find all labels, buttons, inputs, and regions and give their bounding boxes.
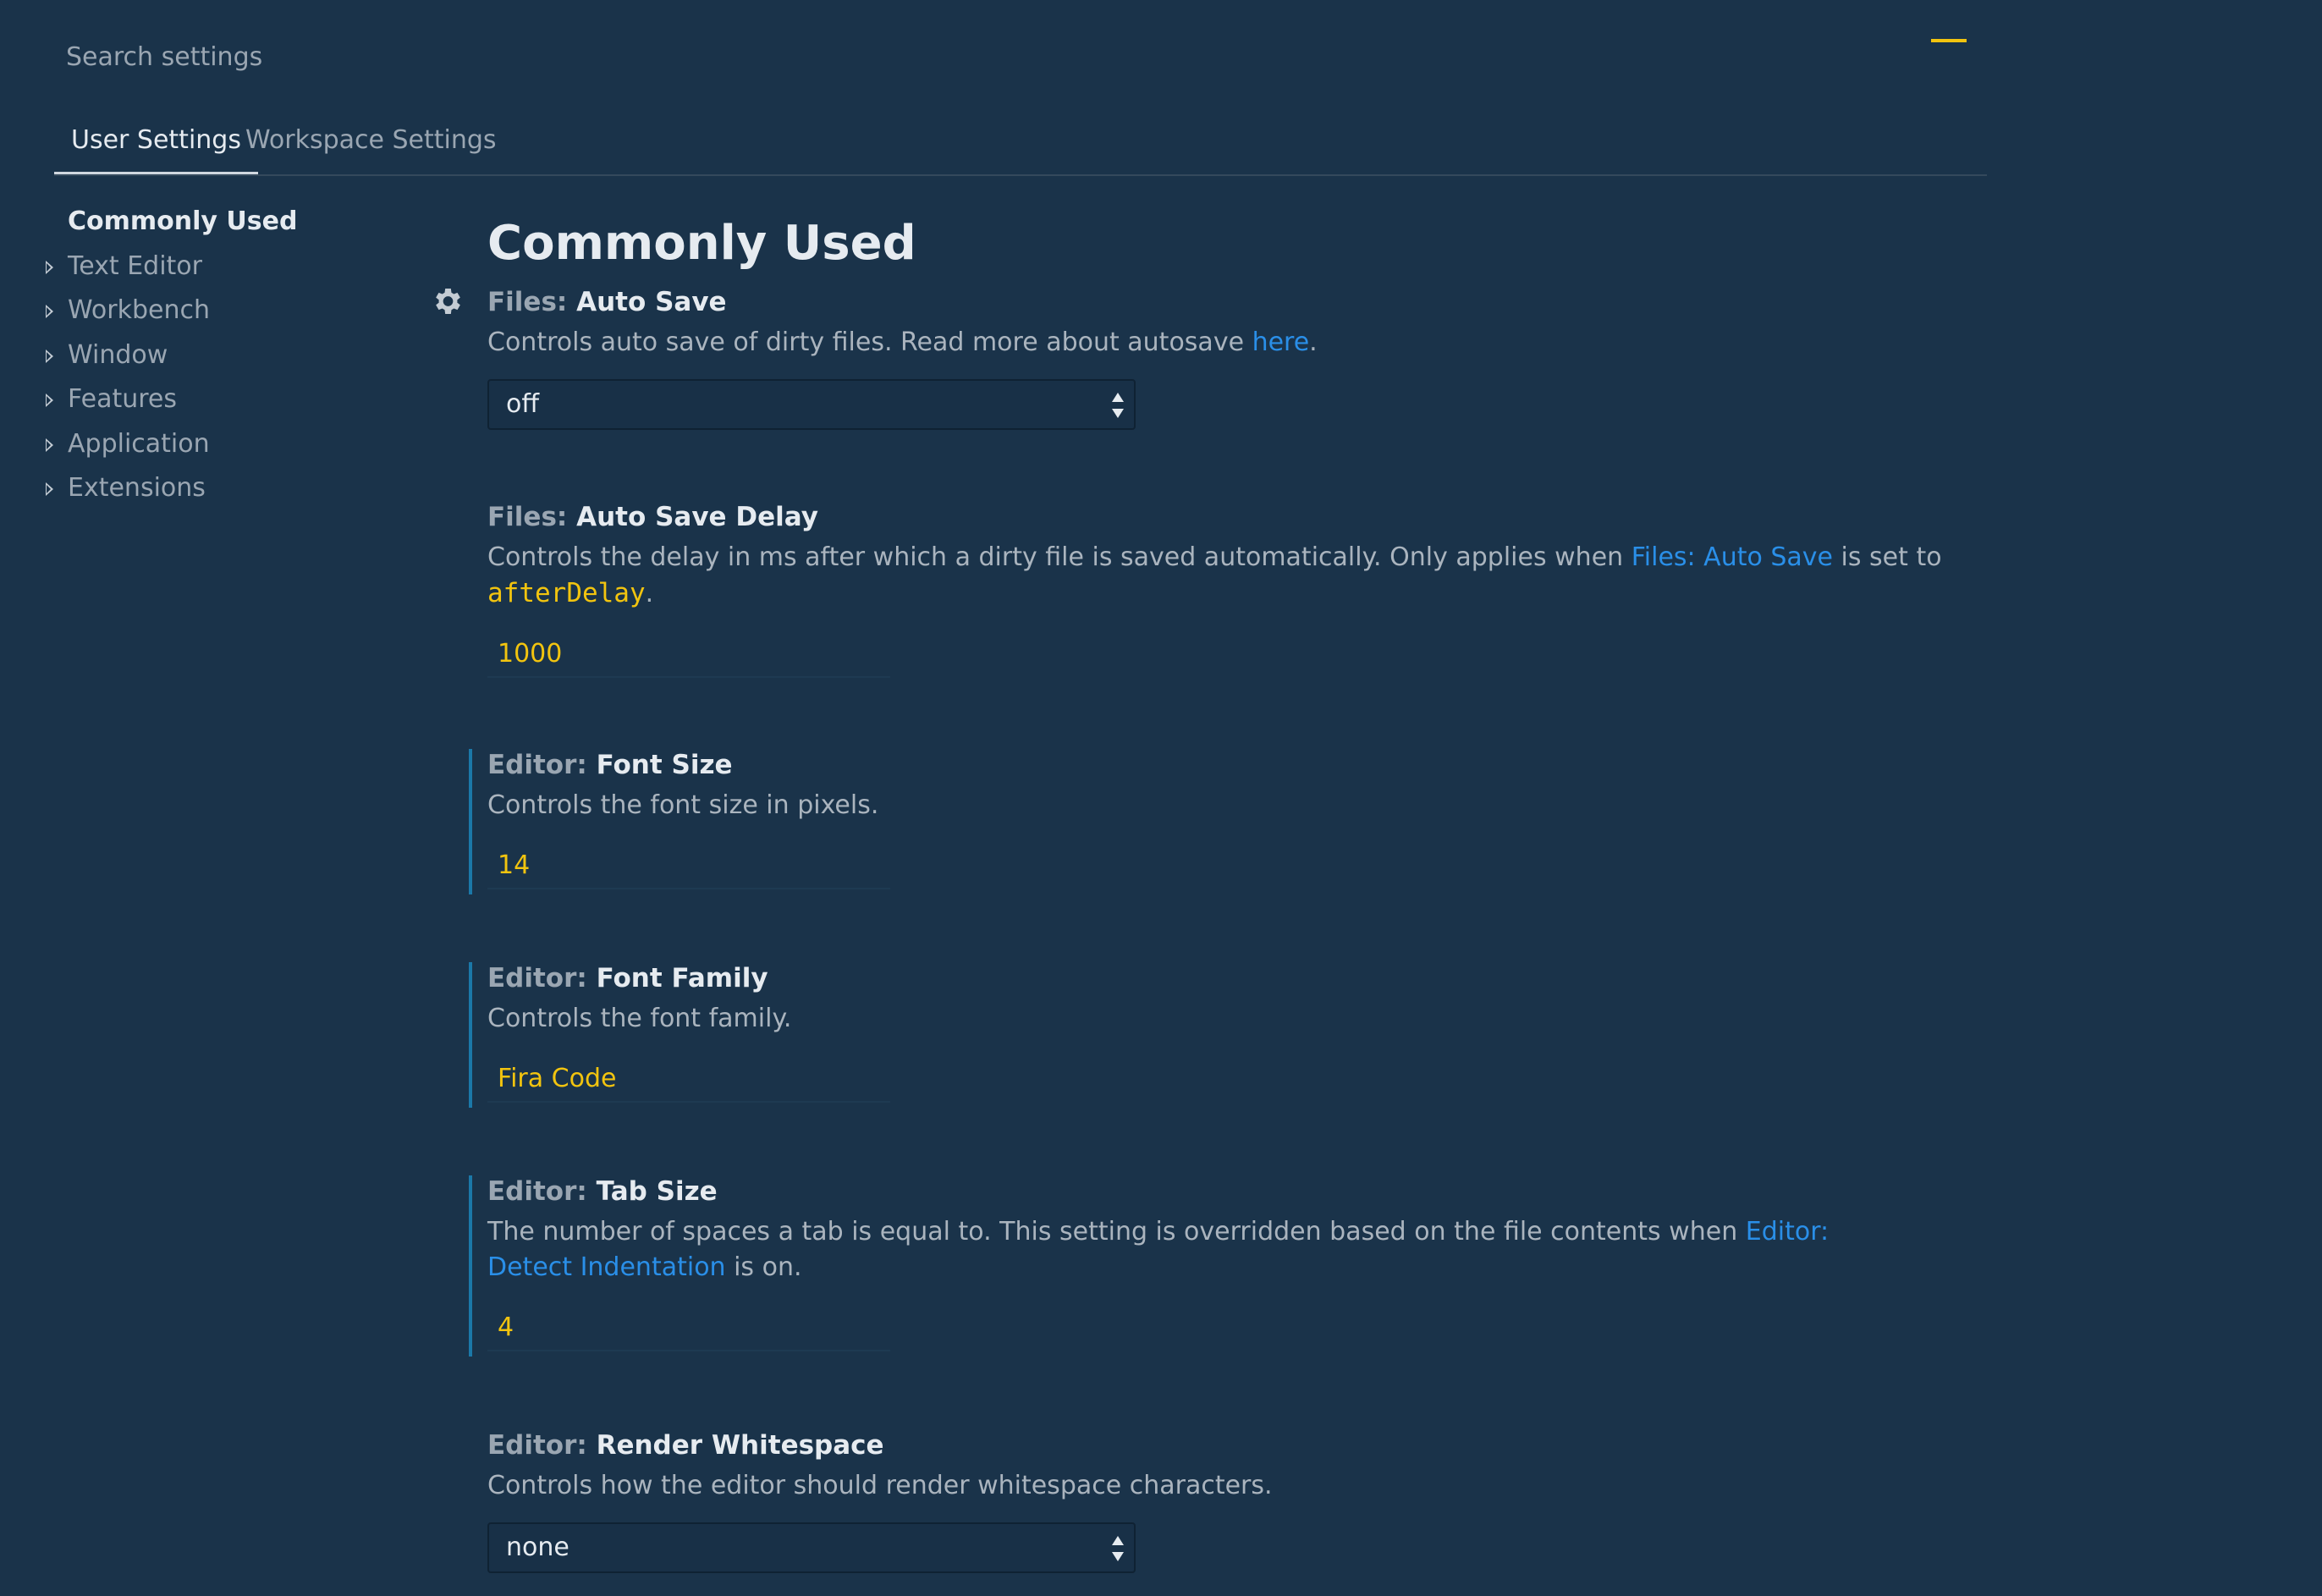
description-text: The number of spaces a tab is equal to. …	[487, 1217, 1746, 1247]
gear-icon[interactable]	[430, 284, 464, 318]
tab-size-input[interactable]	[487, 1304, 890, 1351]
setting-editor-render-whitespace: Editor: Render Whitespace Controls how t…	[487, 1426, 1994, 1573]
setting-name: Font Size	[596, 750, 733, 780]
setting-editor-font-family: Editor: Font Family Controls the font fa…	[469, 959, 1994, 1108]
chevron-right-icon	[46, 438, 53, 452]
toc-item-label: Window	[68, 339, 168, 370]
setting-description: Controls the font family.	[487, 1004, 792, 1033]
toc-item-label: Text Editor	[68, 250, 202, 281]
chevron-right-icon	[46, 393, 53, 407]
font-family-input[interactable]	[487, 1055, 890, 1103]
setting-description: Controls the delay in ms after which a d…	[487, 540, 1994, 612]
autosave-docs-link[interactable]: here	[1252, 327, 1310, 357]
select-value: off	[506, 389, 540, 419]
select-value: none	[506, 1533, 569, 1562]
auto-save-delay-input[interactable]	[487, 630, 890, 678]
toc-item-window[interactable]: Window	[41, 333, 413, 378]
setting-category: Editor:	[487, 1176, 587, 1207]
tab-user-settings[interactable]: User Settings	[54, 118, 258, 174]
setting-description: Controls auto save of dirty files. Read …	[487, 325, 1994, 360]
settings-toc: Commonly Used Text Editor Workbench Wind…	[41, 200, 413, 511]
toc-item-label: Extensions	[68, 473, 206, 503]
toc-item-text-editor[interactable]: Text Editor	[41, 245, 413, 289]
setting-name: Auto Save	[576, 287, 727, 317]
description-text: is on.	[725, 1252, 802, 1282]
tab-workspace-settings[interactable]: Workspace Settings	[228, 118, 514, 174]
search-count-indicator	[1931, 39, 1967, 42]
setting-category: Editor:	[487, 750, 587, 780]
setting-description: Controls the font size in pixels.	[487, 790, 879, 820]
setting-title: Editor: Font Family	[487, 959, 1994, 998]
toc-item-features[interactable]: Features	[41, 377, 413, 422]
setting-title: Files: Auto Save	[487, 283, 1994, 322]
auto-save-select[interactable]: off	[487, 379, 1136, 430]
setting-name: Auto Save Delay	[576, 502, 818, 532]
setting-editor-font-size: Editor: Font Size Controls the font size…	[469, 746, 1994, 894]
toc-item-workbench[interactable]: Workbench	[41, 289, 413, 333]
setting-files-auto-save-delay: Files: Auto Save Delay Controls the dela…	[487, 498, 1994, 678]
setting-title: Files: Auto Save Delay	[487, 498, 1994, 537]
description-text: .	[1309, 327, 1318, 357]
toc-item-label: Application	[68, 428, 210, 459]
toc-item-label: Features	[68, 384, 177, 414]
after-delay-code: afterDelay	[487, 578, 646, 608]
settings-list: Commonly Used Files: Auto Save Controls …	[436, 200, 1994, 1573]
toc-item-label: Workbench	[68, 295, 210, 325]
setting-editor-tab-size: Editor: Tab Size The number of spaces a …	[469, 1172, 1994, 1357]
setting-name: Tab Size	[596, 1176, 718, 1207]
setting-description: The number of spaces a tab is equal to. …	[487, 1214, 1909, 1285]
chevron-right-icon	[46, 482, 53, 496]
setting-category: Editor:	[487, 1430, 587, 1461]
description-text: is set to	[1833, 542, 1942, 572]
render-whitespace-select[interactable]: none	[487, 1522, 1136, 1573]
chevron-right-icon	[46, 349, 53, 363]
setting-category: Editor:	[487, 963, 587, 993]
setting-description: Controls how the editor should render wh…	[487, 1471, 1273, 1500]
setting-title: Editor: Render Whitespace	[487, 1426, 1994, 1465]
toc-item-extensions[interactable]: Extensions	[41, 466, 413, 511]
up-down-arrows-icon	[1112, 393, 1124, 418]
toc-item-application[interactable]: Application	[41, 422, 413, 467]
toc-item-label: Commonly Used	[68, 206, 298, 236]
chevron-right-icon	[46, 305, 53, 318]
description-text: .	[645, 579, 654, 608]
font-size-input[interactable]	[487, 842, 890, 889]
settings-editor: User Settings Workspace Settings Commonl…	[0, 0, 2322, 1596]
setting-name: Render Whitespace	[596, 1430, 884, 1461]
toc-item-commonly-used[interactable]: Commonly Used	[41, 200, 413, 245]
settings-tabs: User Settings Workspace Settings	[54, 118, 1987, 176]
files-auto-save-link[interactable]: Files: Auto Save	[1631, 542, 1833, 572]
chevron-right-icon	[46, 260, 53, 274]
setting-category: Files:	[487, 287, 568, 317]
setting-title: Editor: Font Size	[487, 746, 1994, 784]
description-text: Controls auto save of dirty files. Read …	[487, 327, 1252, 357]
setting-files-auto-save: Files: Auto Save Controls auto save of d…	[436, 283, 1994, 430]
description-text: Controls the delay in ms after which a d…	[487, 542, 1631, 572]
page-title: Commonly Used	[487, 216, 916, 271]
up-down-arrows-icon	[1112, 1536, 1124, 1561]
setting-title: Editor: Tab Size	[487, 1172, 1994, 1211]
setting-name: Font Family	[596, 963, 768, 993]
setting-category: Files:	[487, 502, 568, 532]
search-input[interactable]	[54, 25, 1874, 88]
